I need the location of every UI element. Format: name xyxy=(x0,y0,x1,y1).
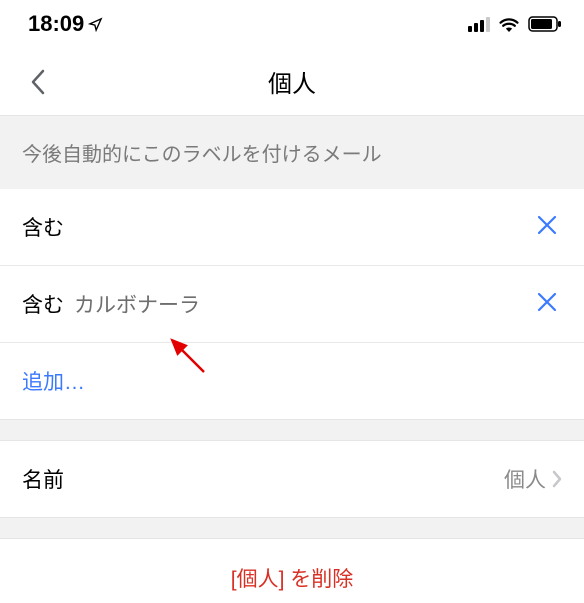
remove-filter-button[interactable] xyxy=(532,290,562,318)
battery-icon xyxy=(528,16,562,32)
chevron-right-icon xyxy=(552,470,562,488)
filter-row[interactable]: 含む xyxy=(0,189,584,266)
nav-bar: 個人 xyxy=(0,48,584,116)
filter-value: カルボナーラ xyxy=(74,289,532,319)
name-value: 個人 xyxy=(504,464,546,494)
location-icon xyxy=(88,17,103,32)
status-time: 18:09 xyxy=(28,11,103,37)
filter-label: 含む xyxy=(22,212,64,242)
status-right xyxy=(468,16,562,32)
delete-label-button[interactable]: [個人] を削除 xyxy=(0,538,584,603)
add-filter-button[interactable]: 追加… xyxy=(0,343,584,420)
back-button[interactable] xyxy=(20,64,56,100)
close-icon xyxy=(536,291,558,313)
chevron-left-icon xyxy=(30,69,46,95)
wifi-icon xyxy=(498,16,520,32)
remove-filter-button[interactable] xyxy=(532,213,562,241)
time-text: 18:09 xyxy=(28,11,84,37)
filter-row[interactable]: 含む カルボナーラ xyxy=(0,266,584,343)
cellular-signal-icon xyxy=(468,17,490,32)
section-header: 今後自動的にこのラベルを付けるメール xyxy=(0,116,584,189)
page-title: 個人 xyxy=(268,64,316,99)
status-bar: 18:09 xyxy=(0,0,584,48)
name-label: 名前 xyxy=(22,464,494,494)
filter-label: 含む xyxy=(22,289,64,319)
name-row[interactable]: 名前 個人 xyxy=(0,440,584,518)
close-icon xyxy=(536,214,558,236)
